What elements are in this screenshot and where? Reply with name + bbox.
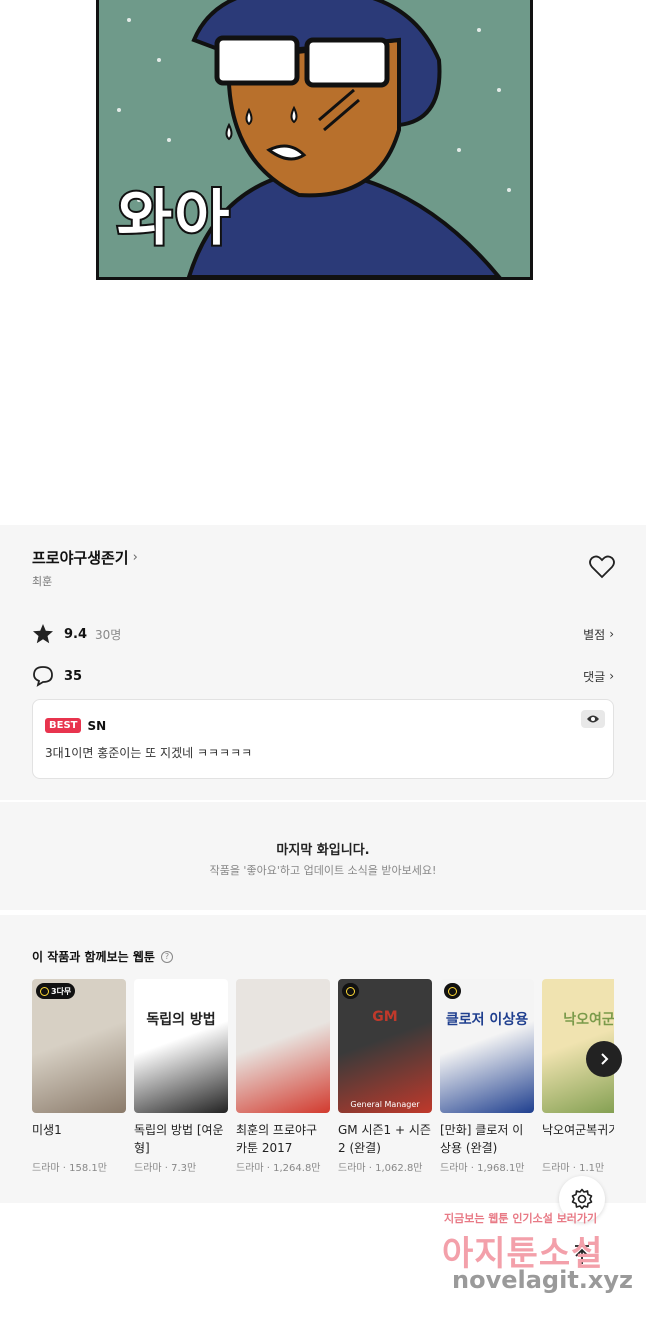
thumbnail-image: 3다무	[32, 979, 126, 1113]
chevron-right-icon	[601, 1053, 609, 1065]
last-episode-title: 마지막 화입니다.	[276, 843, 370, 858]
comic-viewer: 와아	[0, 0, 646, 525]
recommendation-meta: 드라마 · 1.1만	[542, 1163, 605, 1174]
settings-button[interactable]	[559, 1176, 605, 1222]
thumbnail-image: 클로저 이상용	[440, 979, 534, 1113]
rating-value: 9.4	[64, 626, 88, 642]
speech-text: 와아	[115, 182, 232, 256]
author-name: 최훈	[32, 575, 53, 588]
watermark: 지금보는 웹툰 인기소설 보러가기 아지툰소설 novelagit.xyz	[440, 1208, 640, 1308]
thumbnail-image: GM General Manager	[338, 979, 432, 1113]
comment-count: 35	[64, 668, 83, 684]
recommendations-title-text: 이 작품과 함께보는 웹툰	[32, 950, 155, 964]
episode-info-section: 프로야구생존기 › 최훈 9.4 30명 별점 › 35 댓글 › BEST S…	[0, 525, 646, 800]
recommendation-card[interactable]: GM General Manager GM 시즌1 + 시즌2 (완결) 드라마 · …	[338, 979, 432, 1174]
comment-link-label: 댓글	[583, 669, 606, 684]
recommendation-meta: 드라마 · 158.1만	[32, 1163, 107, 1174]
badge-label: 3다무	[51, 986, 72, 996]
recommendation-title: 독립의 방법 [여운형]	[134, 1123, 224, 1155]
recommendation-title: GM 시즌1 + 시즌2 (완결)	[338, 1123, 431, 1155]
recommendation-card[interactable]: 최훈의 프로야구 카툰 2017 드라마 · 1,264.8만	[236, 979, 330, 1174]
clock-badge	[342, 983, 359, 999]
comment-row: 35 댓글 ›	[32, 664, 614, 688]
comment-link[interactable]: 댓글 ›	[583, 668, 614, 685]
recommendations-title: 이 작품과 함께보는 웹툰 ?	[32, 948, 173, 965]
thumbnail-subtitle: General Manager	[350, 1100, 420, 1109]
recommendation-title: 최훈의 프로야구 카툰 2017	[236, 1123, 318, 1155]
arrow-up-icon	[575, 1245, 589, 1264]
series-title-link[interactable]: 프로야구생존기 ›	[32, 547, 138, 568]
watermark-line3: novelagit.xyz	[452, 1266, 634, 1294]
thumbnail-image	[236, 979, 330, 1113]
thumbnail-title: 클로저 이상용	[445, 1012, 529, 1028]
recommendation-card[interactable]: 3다무미생1 드라마 · 158.1만	[32, 979, 126, 1174]
recommendation-title: 미생1	[32, 1123, 62, 1137]
chevron-right-icon: ›	[132, 550, 138, 565]
recommendations-section: 이 작품과 함께보는 웹툰 ? 3다무미생1 드라마 · 158.1만 독립의 방법…	[0, 915, 646, 1203]
eye-icon[interactable]	[581, 710, 605, 728]
help-icon[interactable]: ?	[160, 950, 173, 963]
clock-badge	[444, 983, 461, 999]
gear-icon	[571, 1188, 593, 1210]
clock-icon	[346, 986, 355, 996]
last-episode-subtitle: 작품을 '좋아요'하고 업데이트 소식을 받아보세요!	[209, 864, 437, 877]
recommendation-meta: 드라마 · 1,062.8만	[338, 1163, 423, 1174]
rating-link-label: 별점	[583, 627, 606, 642]
star-icon	[33, 624, 53, 644]
comic-panel: 와아	[96, 0, 533, 280]
best-badge: BEST	[45, 718, 82, 733]
recommendation-card[interactable]: 독립의 방법독립의 방법 [여운형] 드라마 · 7.3만	[134, 979, 228, 1174]
last-episode-notice: 마지막 화입니다. 작품을 '좋아요'하고 업데이트 소식을 받아보세요!	[0, 802, 646, 910]
chevron-right-icon: ›	[609, 627, 614, 641]
rating-count: 30명	[95, 627, 122, 642]
clock-icon	[448, 986, 457, 996]
best-comment-card[interactable]: BEST SN 3대1이면 홍준이는 또 지겠네 ㅋㅋㅋㅋㅋ	[32, 699, 614, 779]
recommendation-meta: 드라마 · 7.3만	[134, 1163, 197, 1174]
comment-text: 3대1이면 홍준이는 또 지겠네 ㅋㅋㅋㅋㅋ	[45, 746, 253, 760]
recommendation-meta: 드라마 · 1,264.8만	[236, 1163, 321, 1174]
thumbnail-title: GM	[372, 1009, 398, 1025]
carousel-next-button[interactable]	[586, 1041, 622, 1077]
comment-bubble-icon	[33, 666, 53, 687]
chevron-right-icon: ›	[609, 669, 614, 683]
heart-icon[interactable]	[589, 555, 615, 579]
clock-icon	[40, 986, 49, 996]
comment-username: SN	[87, 718, 107, 733]
rating-row: 9.4 30명 별점 ›	[32, 622, 614, 646]
recommendation-title: 낙오여군복귀기	[542, 1123, 614, 1137]
recommendation-card[interactable]: 클로저 이상용 [만화] 클로저 이상용 (완결) 드라마 · 1,968.1만	[440, 979, 534, 1174]
rating-link[interactable]: 별점 ›	[583, 626, 614, 643]
series-title: 프로야구생존기	[32, 549, 129, 567]
recommendations-list: 3다무미생1 드라마 · 158.1만 독립의 방법독립의 방법 [여운형] 드라마 …	[32, 979, 614, 1189]
recommendation-title: [만화] 클로저 이상용 (완결)	[440, 1123, 524, 1155]
recommendation-meta: 드라마 · 1,968.1만	[440, 1163, 525, 1174]
thumbnail-image: 독립의 방법	[134, 979, 228, 1113]
thumbnail-title: 독립의 방법	[146, 1012, 216, 1028]
scroll-top-button[interactable]	[559, 1232, 605, 1278]
thumbnail-title: 낙오여군	[563, 1012, 614, 1028]
clock-badge: 3다무	[36, 983, 76, 999]
